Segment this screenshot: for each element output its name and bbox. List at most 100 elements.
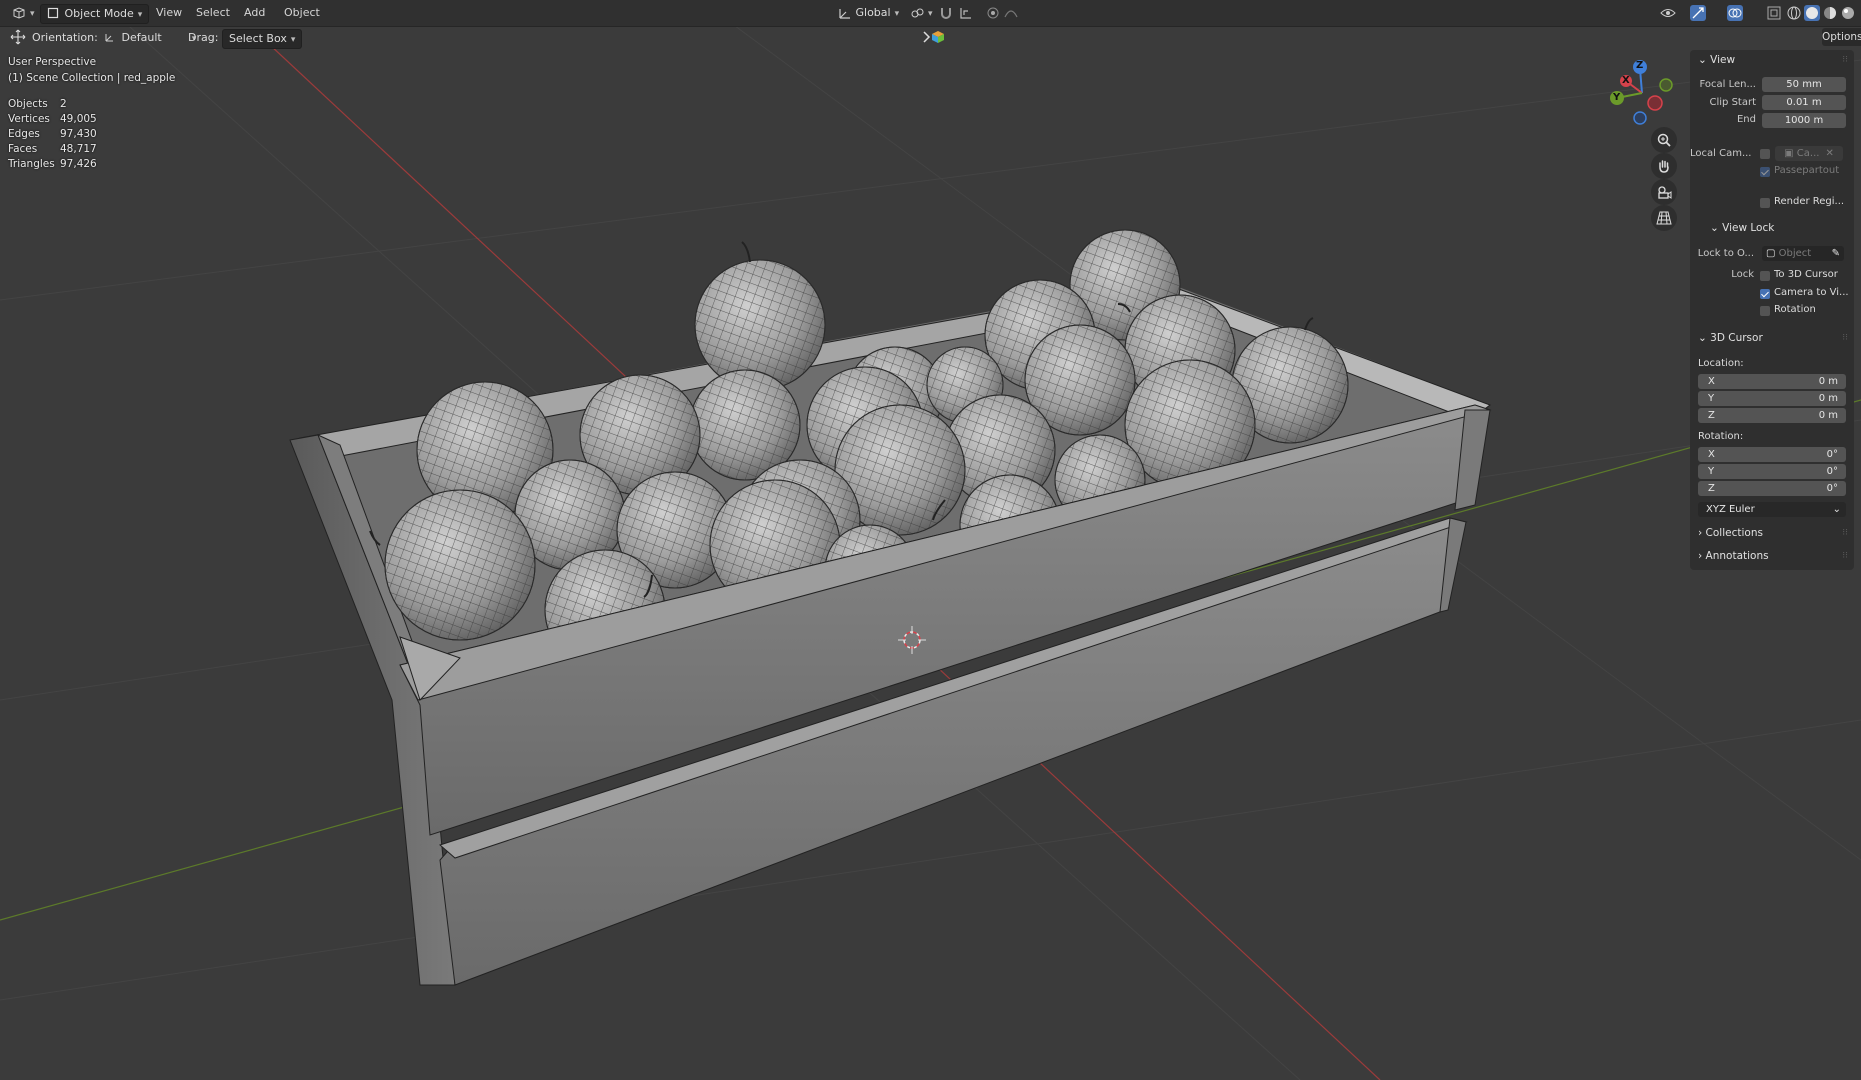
focal-length-label: Focal Len...: [1699, 79, 1756, 90]
axis-value: 0 m: [1818, 410, 1838, 421]
chevron-down-icon: ▾: [928, 9, 933, 19]
drag-grip-icon[interactable]: ⁝⁝: [1842, 55, 1848, 65]
drag-grip-icon[interactable]: ⁝⁝: [1842, 551, 1848, 561]
local-camera-checkbox[interactable]: [1760, 149, 1770, 159]
snap-increment-icon: [960, 8, 971, 19]
close-icon[interactable]: ✕: [1825, 148, 1833, 159]
drag-grip-icon[interactable]: ⁝⁝: [1842, 528, 1848, 538]
section-collections-header[interactable]: › Collections: [1698, 527, 1763, 539]
cursor-rotation-z-field[interactable]: Z 0°: [1698, 481, 1846, 496]
menu-add[interactable]: Add: [240, 4, 269, 22]
overlays-toggle[interactable]: [1727, 5, 1743, 21]
lock-to-cursor-label: To 3D Cursor: [1774, 269, 1838, 280]
section-view-lock-title: View Lock: [1722, 222, 1775, 234]
drag-grip-icon[interactable]: ⁝⁝: [1842, 333, 1848, 343]
chevron-down-icon: ▾: [30, 9, 35, 19]
axis-value: 0°: [1826, 483, 1838, 494]
proportional-edit-toggle[interactable]: [985, 5, 1001, 21]
menu-object[interactable]: Object: [280, 4, 324, 22]
camera-to-view-checkbox[interactable]: [1760, 289, 1770, 299]
editor-type-button[interactable]: ▾: [6, 4, 41, 22]
section-collections-title: Collections: [1705, 527, 1763, 539]
visibility-dropdown[interactable]: [1660, 5, 1676, 21]
pivot-point-dropdown[interactable]: ▾: [904, 4, 939, 22]
stat-value: 2: [60, 98, 67, 110]
shading-solid-button[interactable]: [1804, 5, 1820, 21]
navigation-gizmo[interactable]: Z X Y: [1600, 55, 1680, 130]
focal-length-field[interactable]: 50 mm: [1762, 77, 1846, 92]
move-arrows-icon: [10, 29, 26, 45]
clip-start-field[interactable]: 0.01 m: [1762, 95, 1846, 110]
wireframe-sphere-icon: [1787, 6, 1801, 20]
render-region-checkbox[interactable]: [1760, 198, 1770, 208]
passepartout-label: Passepartout: [1774, 165, 1840, 176]
local-camera-value: Ca...: [1796, 148, 1820, 159]
lock-to-object-label: Lock to O...: [1697, 248, 1754, 259]
stat-value: 97,430: [60, 128, 97, 140]
chevron-down-icon: ▾: [894, 9, 900, 19]
perspective-label: User Perspective: [8, 56, 97, 68]
viewport-scene[interactable]: [0, 0, 1861, 1080]
mode-dropdown[interactable]: Object Mode ▾: [40, 4, 150, 24]
3d-viewport[interactable]: [0, 0, 1861, 1080]
falloff-dropdown[interactable]: [1003, 5, 1019, 21]
stat-label: Faces: [8, 143, 38, 155]
menu-view[interactable]: View: [152, 4, 186, 22]
gizmo-x-label: X: [1622, 75, 1630, 86]
viewport-header: ▾ Object Mode ▾ View Select Add Object Gl…: [0, 0, 1861, 27]
eye-icon: [1660, 9, 1676, 17]
zoom-button[interactable]: [1651, 127, 1677, 153]
xray-toggle[interactable]: [1766, 5, 1782, 21]
local-camera-field[interactable]: ▣ Ca... ✕: [1775, 146, 1843, 161]
section-view-lock-header[interactable]: ⌄ View Lock: [1710, 222, 1774, 234]
gizmo-toggle[interactable]: [1690, 5, 1706, 21]
cursor-rotation-x-field[interactable]: X 0°: [1698, 447, 1846, 462]
options-dropdown[interactable]: Options: [1822, 28, 1861, 46]
camera-view-button[interactable]: [1651, 179, 1677, 205]
orientation-axes-icon: [104, 31, 118, 45]
pan-button[interactable]: [1651, 153, 1677, 179]
section-3d-cursor-header[interactable]: ⌄ 3D Cursor: [1698, 332, 1763, 344]
asset-shelf-button[interactable]: [930, 29, 946, 45]
shading-rendered-button[interactable]: [1840, 5, 1856, 21]
menu-select[interactable]: Select: [192, 4, 234, 22]
chevron-down-icon: ⌄: [1698, 332, 1711, 344]
mode-label: Object Mode: [64, 7, 134, 20]
snap-target-dropdown[interactable]: [958, 5, 974, 21]
chevron-right-icon: ›: [1698, 527, 1706, 539]
section-view-header[interactable]: ⌄ View: [1698, 54, 1735, 66]
chevron-right-icon: ›: [1698, 550, 1706, 562]
passepartout-checkbox[interactable]: [1760, 167, 1770, 177]
cursor-rotation-label: Rotation:: [1698, 431, 1744, 442]
lock-to-cursor-checkbox[interactable]: [1760, 271, 1770, 281]
axis-label: Z: [1708, 410, 1715, 421]
shading-material-button[interactable]: [1822, 5, 1838, 21]
ortho-toggle-button[interactable]: [1651, 205, 1677, 231]
stat-label: Triangles: [8, 158, 55, 170]
rotation-mode-dropdown[interactable]: XYZ Euler ⌄: [1698, 502, 1846, 517]
shading-wireframe-button[interactable]: [1786, 5, 1802, 21]
chevron-down-icon: ⌄: [1710, 222, 1723, 234]
orientation-dropdown[interactable]: Default ▾: [98, 29, 202, 47]
cursor-rotation-y-field[interactable]: Y 0°: [1698, 464, 1846, 479]
drag-dropdown[interactable]: Select Box ▾: [222, 29, 303, 49]
active-tool-button[interactable]: [10, 29, 26, 45]
orientation-value: Default: [121, 31, 162, 44]
cursor-location-y-field[interactable]: Y 0 m: [1698, 391, 1846, 406]
clip-end-label: End: [1736, 114, 1756, 125]
camera-to-view-label: Camera to Vi...: [1774, 287, 1849, 298]
lock-rotation-checkbox[interactable]: [1760, 306, 1770, 316]
section-3d-cursor-title: 3D Cursor: [1710, 332, 1763, 344]
cursor-location-z-field[interactable]: Z 0 m: [1698, 408, 1846, 423]
cursor-location-x-field[interactable]: X 0 m: [1698, 374, 1846, 389]
lock-to-object-field[interactable]: ▢ Object ✎: [1762, 246, 1844, 261]
clip-end-field[interactable]: 1000 m: [1762, 113, 1846, 128]
eyedropper-icon[interactable]: ✎: [1832, 246, 1840, 261]
lock-label: Lock: [1731, 269, 1754, 280]
snap-toggle[interactable]: [938, 5, 954, 21]
transform-orientation-dropdown[interactable]: Global ▾: [832, 4, 905, 22]
axis-label: X: [1708, 376, 1715, 387]
section-annotations-header[interactable]: › Annotations: [1698, 550, 1769, 562]
collection-label: (1) Scene Collection | red_apple: [8, 72, 176, 84]
stat-value: 97,426: [60, 158, 97, 170]
